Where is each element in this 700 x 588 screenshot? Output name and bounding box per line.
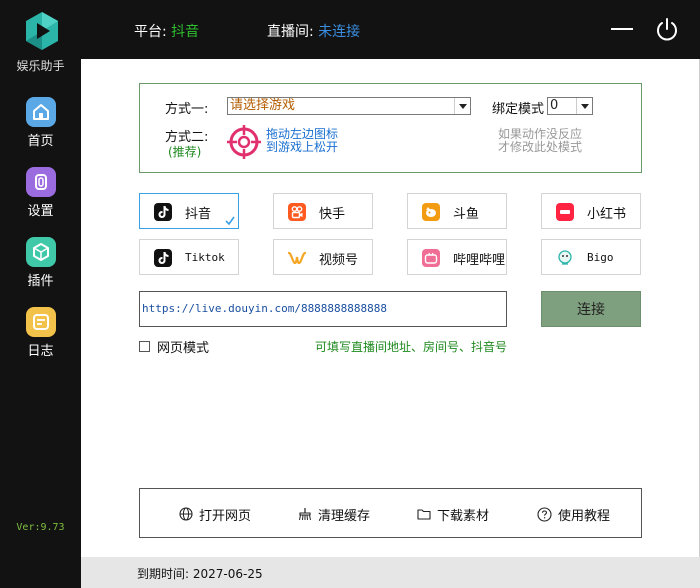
platform-label: 平台: — [134, 24, 167, 40]
expire-date: 到期时间: 2027-06-25 — [137, 567, 263, 581]
power-button[interactable] — [654, 17, 680, 43]
settings-icon — [26, 167, 56, 197]
app-name: 娱乐助手 — [16, 59, 65, 73]
platform-label: Bigo — [587, 251, 614, 264]
bind-mode-label: 绑定模式 — [492, 102, 545, 117]
tiktok-icon — [154, 249, 172, 267]
log-icon — [26, 307, 56, 337]
platform-tiktok-button[interactable]: Tiktok — [139, 239, 239, 275]
chevron-down-icon — [576, 98, 592, 114]
platform-label: 视频号 — [319, 253, 359, 268]
open-web-button[interactable]: 打开网页 — [179, 505, 252, 524]
clear-cache-label: 清理缓存 — [318, 508, 371, 524]
header: 平台: 抖音 直播间: 未连接 — [81, 0, 700, 59]
open-web-label: 打开网页 — [199, 508, 252, 524]
web-mode-checkbox[interactable]: 网页模式 — [139, 338, 210, 356]
tutorial-button[interactable]: 使用教程 — [537, 505, 611, 524]
game-select-value: 请选择游戏 — [230, 98, 296, 113]
connect-button-label: 连接 — [577, 302, 605, 318]
connect-button[interactable]: 连接 — [541, 291, 641, 327]
tutorial-label: 使用教程 — [558, 508, 611, 524]
platform-value: 抖音 — [171, 24, 200, 40]
platform-label: Tiktok — [185, 251, 225, 264]
home-icon — [26, 97, 56, 127]
bottom-toolbar: 打开网页 清理缓存 下载素材 使用教程 — [139, 488, 642, 538]
crosshair-drag-icon[interactable] — [226, 124, 262, 160]
checkbox-box — [139, 340, 150, 352]
download-assets-label: 下载素材 — [437, 508, 490, 524]
method1-label: 方式一: — [165, 102, 209, 117]
main-panel: 方式一: 请选择游戏 绑定模式 0 方式二: (推荐) 拖动左边图标 到游戏上松… — [81, 59, 700, 588]
platform-kuaishou-button[interactable]: 快手 — [273, 193, 373, 229]
download-assets-button[interactable]: 下载素材 — [417, 505, 490, 524]
app-logo-icon — [26, 12, 58, 50]
platform-label: 快手 — [319, 207, 346, 222]
mode-panel: 方式一: 请选择游戏 绑定模式 0 方式二: (推荐) 拖动左边图标 到游戏上松… — [139, 83, 642, 173]
sidebar-item-label: 插件 — [27, 274, 54, 289]
platform-status: 平台: 抖音 — [134, 21, 199, 41]
sidebar-item-home[interactable]: 首页 — [0, 97, 81, 153]
version-label: Ver:9.73 — [16, 522, 65, 533]
sidebar: 娱乐助手 首页 设置 插件 日志 Ver:9.73 — [0, 0, 81, 588]
fail-hint-line: 才修改此处模式 — [498, 140, 583, 154]
platform-label: 斗鱼 — [453, 207, 480, 222]
douyu-icon — [422, 203, 440, 221]
douyin-icon — [154, 203, 172, 221]
chevron-down-icon — [454, 98, 470, 114]
platform-label: 抖音 — [185, 207, 212, 222]
broom-icon — [299, 508, 311, 521]
footer: 到期时间: 2027-06-25 — [81, 557, 700, 588]
game-select[interactable]: 请选择游戏 — [227, 97, 471, 115]
checkmark-icon — [225, 216, 235, 226]
web-mode-label: 网页模式 — [157, 340, 210, 356]
sidebar-item-label: 日志 — [27, 344, 54, 359]
clear-cache-button[interactable]: 清理缓存 — [298, 505, 371, 524]
platform-label: 哔哩哔哩 — [453, 253, 506, 268]
bind-mode-value: 0 — [550, 98, 559, 113]
plugin-icon — [26, 237, 56, 267]
kuaishou-icon — [288, 203, 306, 221]
room-url-input[interactable]: https://live.douyin.com/8888888888888 — [139, 291, 507, 327]
xiaohongshu-icon — [556, 203, 574, 221]
platform-bigo-button[interactable]: Bigo — [541, 239, 641, 275]
bigo-icon — [556, 249, 574, 267]
url-hint: 可填写直播间地址、房间号、抖音号 — [315, 340, 508, 354]
recommend-label: (推荐) — [168, 145, 202, 159]
room-value: 未连接 — [318, 24, 361, 40]
sidebar-item-plugins[interactable]: 插件 — [0, 237, 81, 293]
sidebar-item-label: 首页 — [27, 134, 54, 149]
platform-douyu-button[interactable]: 斗鱼 — [407, 193, 507, 229]
sidebar-item-settings[interactable]: 设置 — [0, 167, 81, 223]
platform-douyin-button[interactable]: 抖音 — [139, 193, 239, 229]
bind-mode-select[interactable]: 0 — [547, 97, 593, 115]
room-label: 直播间: — [267, 24, 314, 40]
help-icon — [537, 506, 552, 522]
globe-icon — [179, 507, 193, 521]
room-url-value: https://live.douyin.com/8888888888888 — [142, 302, 388, 315]
minimize-icon — [611, 28, 633, 30]
drag-hint-line: 到游戏上松开 — [266, 140, 339, 154]
platform-bilibili-button[interactable]: 哔哩哔哩 — [407, 239, 507, 275]
shipinhao-icon — [288, 249, 306, 267]
sidebar-item-log[interactable]: 日志 — [0, 307, 81, 363]
platform-label: 小红书 — [587, 207, 627, 222]
folder-icon — [417, 509, 431, 520]
platform-shipinhao-button[interactable]: 视频号 — [273, 239, 373, 275]
bilibili-icon — [422, 249, 440, 267]
sidebar-item-label: 设置 — [27, 204, 54, 219]
drag-hint: 拖动左边图标 到游戏上松开 — [266, 128, 338, 154]
room-status: 直播间: 未连接 — [267, 21, 360, 41]
platform-xiaohongshu-button[interactable]: 小红书 — [541, 193, 641, 229]
fail-hint: 如果动作没反应 才修改此处模式 — [498, 128, 582, 154]
